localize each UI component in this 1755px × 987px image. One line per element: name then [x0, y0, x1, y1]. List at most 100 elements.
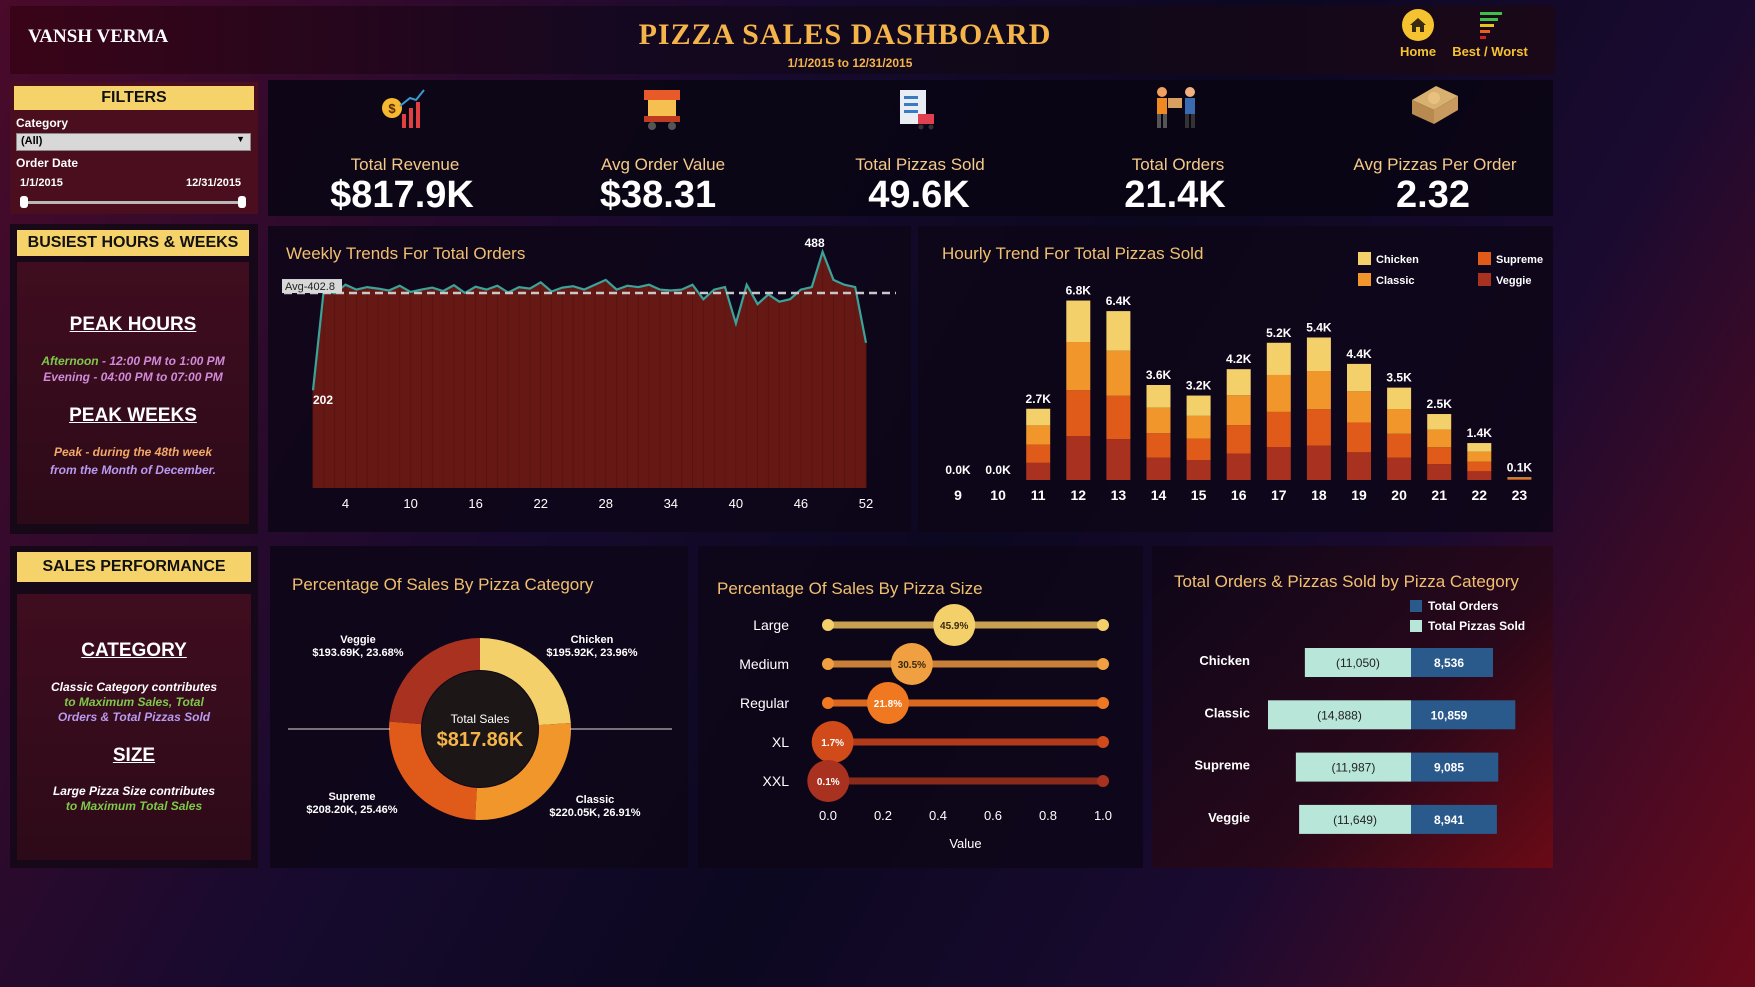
peak-hours-heading: PEAK HOURS [69, 314, 197, 335]
size-value-label: 1.7% [821, 738, 844, 749]
category-label: Category [16, 116, 69, 130]
hourly-bar-segment [1347, 422, 1371, 453]
page-title: PIZZA SALES DASHBOARD [638, 18, 1052, 51]
donut-center-label: Total Sales [451, 712, 510, 726]
pizza-box-icon [1412, 86, 1458, 124]
svg-text:$: $ [388, 101, 396, 116]
delivery-person-icon [1157, 87, 1195, 128]
order-date-label: Order Date [16, 156, 79, 170]
date-slider-handle-start[interactable] [20, 196, 28, 208]
orders-legend-swatch [1410, 600, 1422, 612]
size-track-end [1097, 736, 1109, 748]
total-orders-label: 9,085 [1434, 761, 1464, 775]
hourly-bar-segment [1387, 387, 1412, 410]
category-dropdown-value: (All) [21, 135, 43, 147]
hourly-legend-label: Classic [1376, 275, 1415, 287]
hourly-x-tick: 17 [1271, 487, 1287, 503]
hourly-bar-segment [1507, 477, 1532, 479]
size-track-end [1097, 775, 1109, 787]
date-slider-track[interactable] [24, 201, 244, 204]
hourly-bar-segment [1026, 425, 1051, 445]
hourly-x-tick: 12 [1071, 487, 1087, 503]
pizzas-sold-label: (14,888) [1317, 708, 1362, 722]
size-row-label: Large [753, 617, 789, 633]
hourly-bar-segment [1306, 371, 1331, 410]
hourly-x-tick: 19 [1351, 487, 1367, 503]
hourly-legend-swatch [1358, 252, 1371, 265]
hourly-bar-segment [1467, 443, 1492, 452]
size-line2: to Maximum Total Sales [65, 799, 203, 813]
size-x-tick: 0.8 [1039, 808, 1057, 823]
category-line3: Orders & Total Pizzas Sold [57, 710, 211, 724]
weekly-x-tick: 28 [599, 496, 613, 511]
peak-weeks-line2: from the Month of December. [49, 463, 216, 477]
hourly-bar-segment [1266, 342, 1291, 375]
afternoon-label: Afternoon [41, 354, 99, 368]
hourly-bar-segment [1146, 407, 1171, 434]
hourly-x-tick: 11 [1031, 487, 1046, 503]
size-value-label: 45.9% [940, 621, 968, 632]
orders-category-label: Veggie [1208, 810, 1250, 825]
hourly-bar-segment [1026, 462, 1051, 480]
weekly-trends-chart[interactable]: Avg-402.8 202 488 4 10 16 22 28 34 40 46 52 [268, 226, 911, 532]
pizzas-legend-swatch [1410, 620, 1422, 632]
hourly-bar-segment [1266, 411, 1291, 448]
kpi-avg-order-value-label: Avg Order Value [600, 155, 726, 174]
pizzas-legend-label: Total Pizzas Sold [1428, 619, 1525, 633]
orders-pizzas-chart[interactable]: Total Orders Total Pizzas Sold Chicken (11,… [1152, 546, 1553, 868]
kpi-avg-pizzas-per-order-value: 2.32 [1396, 174, 1470, 216]
donut-slice-value: $208.20K, 25.46% [306, 804, 397, 816]
category-sales-donut[interactable]: Total Sales $817.86K Chicken$195.92K, 23.9… [270, 546, 688, 868]
hourly-x-tick: 10 [990, 487, 1006, 503]
weekly-x-tick: 16 [468, 496, 482, 511]
total-orders-label: 8,941 [1434, 813, 1464, 827]
hourly-bar-segment [1387, 433, 1412, 458]
hourly-legend-swatch [1478, 273, 1491, 286]
kpi-avg-order-value-value: $38.31 [599, 174, 717, 216]
size-x-tick: 0.2 [874, 808, 892, 823]
hourly-x-tick: 13 [1111, 487, 1127, 503]
total-orders-label: 8,536 [1434, 656, 1464, 670]
nav-best-worst-button[interactable]: Best / Worst [1448, 8, 1532, 62]
size-track-end [1097, 619, 1109, 631]
hourly-bar-segment [1427, 429, 1452, 448]
hourly-bar-segment [1186, 438, 1211, 461]
hourly-trend-chart[interactable]: 0.0K 9 0.0K 10 2.7K 11 6.8K 12 6.4K 13 3.6K 14 3.2K 1… [918, 226, 1553, 532]
size-value-label: 0.1% [817, 777, 840, 788]
kpi-total-revenue-label: Total Revenue [350, 155, 460, 174]
hourly-bar-segment [1106, 350, 1131, 396]
hourly-bar-segment [1427, 447, 1452, 465]
size-sales-chart[interactable]: Large 45.9% Medium 30.5% Regular 21.8% XL 1.7% X… [698, 546, 1143, 868]
size-track-end [1097, 658, 1109, 670]
category-dropdown[interactable]: (All) ▼ [16, 133, 251, 151]
date-slider-handle-end[interactable] [238, 196, 246, 208]
hourly-bar-segment [1306, 409, 1331, 446]
orders-category-label: Classic [1204, 705, 1250, 720]
busiest-content [17, 262, 249, 524]
hourly-total-label: 3.6K [1146, 368, 1172, 382]
sales-performance-title: SALES PERFORMANCE [17, 552, 251, 582]
donut-slice-value: $195.92K, 23.96% [546, 647, 637, 659]
hourly-bar-segment [1387, 457, 1412, 480]
hourly-bar-segment [1066, 300, 1091, 342]
size-x-tick: 1.0 [1094, 808, 1112, 823]
orders-legend-label: Total Orders [1428, 599, 1499, 613]
hourly-bar-segment [1467, 461, 1492, 472]
hourly-total-label: 4.2K [1226, 352, 1252, 366]
hourly-bar-segment [1467, 451, 1492, 462]
weekly-x-tick: 52 [859, 496, 873, 511]
hourly-bar-segment [1226, 369, 1251, 396]
nav-home-button[interactable]: Home [1388, 8, 1448, 62]
donut-slice-label: Supreme [328, 791, 375, 803]
pizzas-sold-label: (11,649) [1333, 813, 1377, 827]
donut-slice-value: $193.69K, 23.68% [312, 647, 403, 659]
hourly-x-tick: 22 [1472, 487, 1488, 503]
size-value-label: 30.5% [898, 660, 926, 671]
donut-slice-label: Chicken [571, 634, 614, 646]
size-row-label: XXL [763, 773, 790, 789]
size-line1: Large Pizza Size contributes [52, 784, 216, 798]
hourly-total-label: 1.4K [1467, 426, 1493, 440]
size-track-start [822, 658, 834, 670]
hourly-total-label: 2.5K [1427, 397, 1453, 411]
size-track-end [1097, 697, 1109, 709]
